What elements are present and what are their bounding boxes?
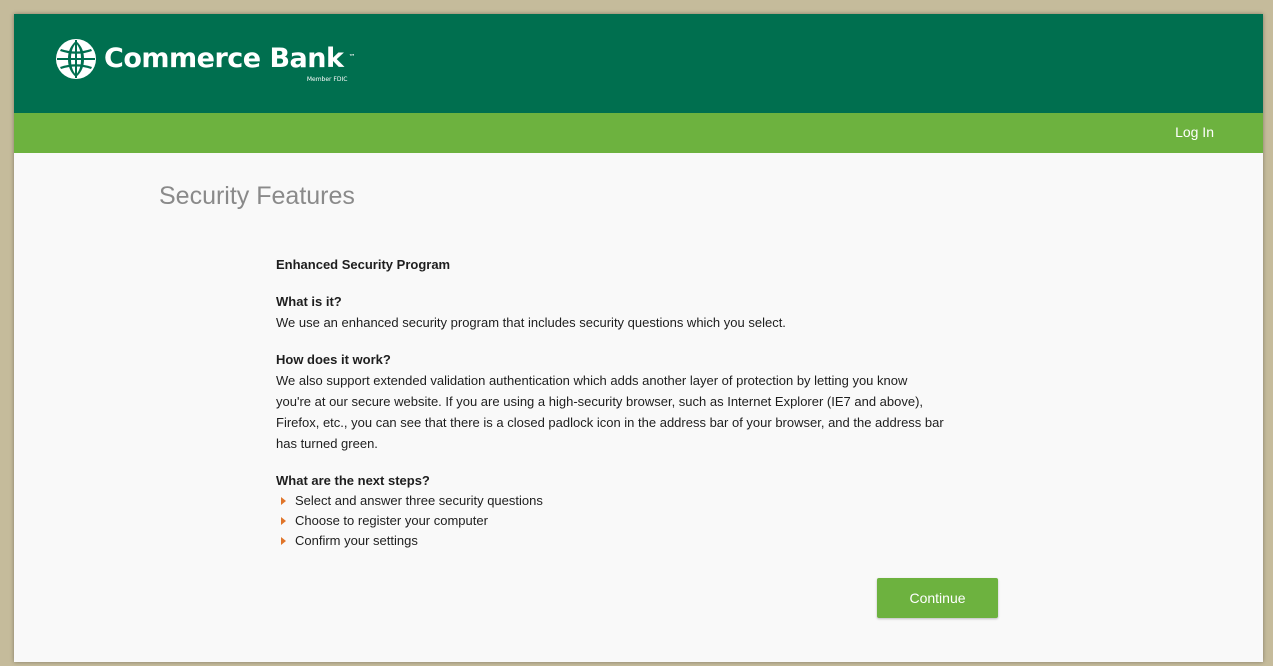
next-steps-list: Select and answer three security questio…	[276, 491, 1016, 551]
continue-button[interactable]: Continue	[877, 578, 998, 618]
step-label: Confirm your settings	[295, 533, 418, 548]
nav-bar: Log In	[14, 113, 1263, 153]
how-line: has turned green.	[276, 436, 378, 451]
how-line: Firefox, etc., you can see that there is…	[276, 415, 944, 430]
what-heading: What is it?	[276, 294, 342, 309]
brand-logo[interactable]: Commerce Bank ™ Member FDIC	[54, 37, 356, 83]
member-fdic-label: Member FDIC	[306, 76, 348, 83]
page-title: Security Features	[159, 182, 355, 210]
triangle-right-icon	[281, 537, 286, 545]
login-link[interactable]: Log In	[1175, 124, 1214, 140]
how-line: We also support extended validation auth…	[276, 373, 908, 388]
list-item: Confirm your settings	[276, 531, 1016, 551]
how-text: We also support extended validation auth…	[276, 370, 1016, 454]
globe-icon	[54, 37, 98, 81]
step-label: Select and answer three security questio…	[295, 493, 543, 508]
security-content: Enhanced Security Program What is it? We…	[276, 254, 1016, 551]
what-text: We use an enhanced security program that…	[276, 315, 786, 330]
header-bar: Commerce Bank ™ Member FDIC	[14, 14, 1263, 113]
triangle-right-icon	[281, 497, 286, 505]
list-item: Choose to register your computer	[276, 511, 1016, 531]
list-item: Select and answer three security questio…	[276, 491, 1016, 511]
how-heading: How does it work?	[276, 352, 391, 367]
brand-name: Commerce Bank ™ Member FDIC	[104, 43, 356, 83]
next-steps-heading: What are the next steps?	[276, 473, 430, 488]
trademark-mark: ™	[348, 53, 356, 61]
page-frame: Commerce Bank ™ Member FDIC Log In Secur…	[14, 14, 1263, 662]
how-line: you're at our secure website. If you are…	[276, 394, 924, 409]
triangle-right-icon	[281, 517, 286, 525]
program-title: Enhanced Security Program	[276, 257, 451, 272]
step-label: Choose to register your computer	[295, 513, 488, 528]
